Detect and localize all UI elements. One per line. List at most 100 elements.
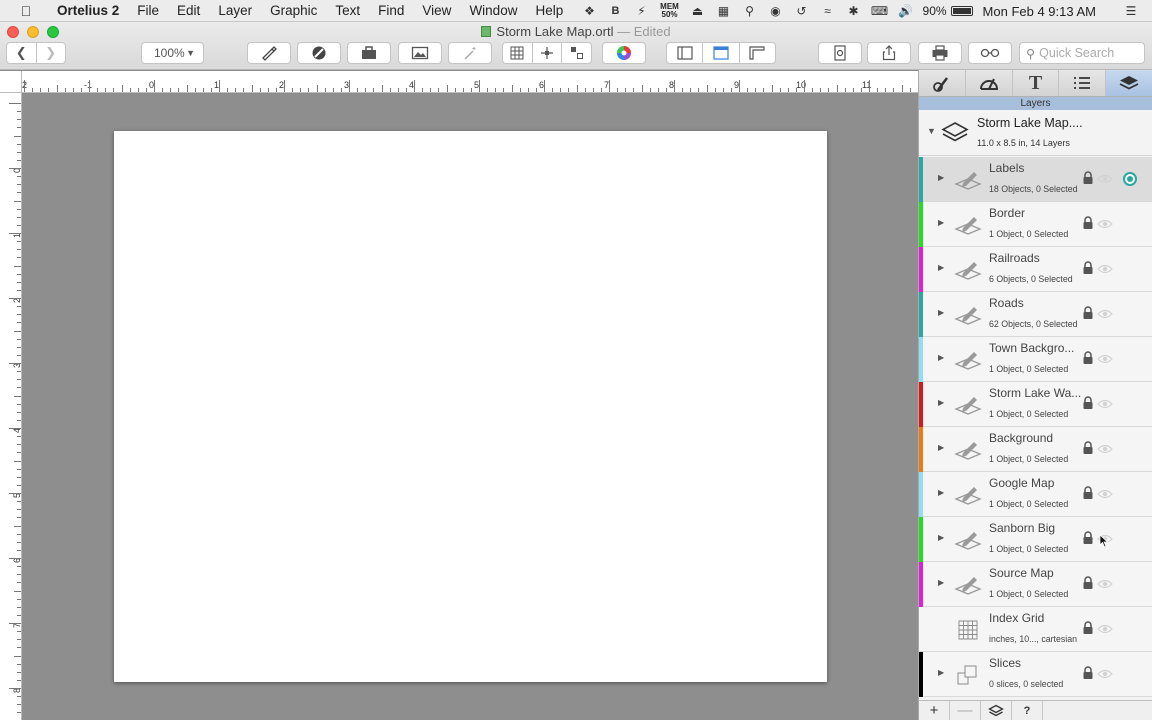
quick-search-field[interactable]: ⚲ Quick Search — [1019, 42, 1145, 64]
inspector-toggle-button[interactable] — [702, 43, 738, 63]
disclosure-closed-icon[interactable]: ▶ — [938, 398, 944, 407]
share-button[interactable] — [867, 42, 911, 64]
bluetooth-icon[interactable]: ✱ — [841, 4, 867, 18]
clock[interactable]: Mon Feb 4 9:13 AM — [983, 4, 1096, 19]
spotlight-icon[interactable]: ⚲ — [737, 4, 763, 18]
lock-icon[interactable] — [1082, 666, 1094, 680]
menu-file[interactable]: File — [128, 3, 168, 18]
lock-icon[interactable] — [1082, 531, 1094, 545]
memory-status[interactable]: MEM 50% — [655, 3, 685, 19]
vertical-ruler[interactable]: 0 1 2 3 4 5 6 7 8 — [0, 93, 22, 720]
library-button[interactable] — [347, 42, 391, 64]
lock-icon[interactable] — [1082, 396, 1094, 410]
menu-edit[interactable]: Edit — [168, 3, 209, 18]
help-button[interactable]: ? — [1012, 700, 1043, 720]
lock-icon[interactable] — [1082, 351, 1094, 365]
image-button[interactable] — [398, 42, 442, 64]
disclosure-open-icon[interactable]: ▼ — [927, 126, 936, 136]
disclosure-closed-icon[interactable]: ▶ — [938, 263, 944, 272]
disclosure-closed-icon[interactable]: ▶ — [938, 353, 944, 362]
magic-wand-button[interactable] — [448, 42, 492, 64]
lock-icon[interactable] — [1082, 261, 1094, 275]
menu-text[interactable]: Text — [326, 3, 369, 18]
disclosure-closed-icon[interactable]: ▶ — [938, 173, 944, 182]
visibility-eye-icon[interactable] — [1097, 309, 1113, 319]
menu-app[interactable]: Ortelius 2 — [48, 3, 128, 18]
battery-icon[interactable] — [950, 6, 973, 16]
menu-help[interactable]: Help — [526, 3, 572, 18]
wifi-icon[interactable]: ≈ — [815, 4, 841, 18]
battery-percent[interactable]: 90% — [923, 4, 947, 18]
lock-icon[interactable] — [1082, 486, 1094, 500]
tab-style[interactable] — [919, 70, 966, 96]
lock-icon[interactable] — [1082, 441, 1094, 455]
notification-center-icon[interactable]: ☰ — [1118, 4, 1144, 18]
remove-layer-button[interactable]: — — [950, 700, 981, 720]
document-row[interactable]: ▼ Storm Lake Map.... 11.0 x 8.5 in, 14 L… — [919, 110, 1152, 156]
disclosure-closed-icon[interactable]: ▶ — [938, 668, 944, 677]
layer-row[interactable]: ▶ Storm Lake Wa... 1 Object, 0 Selected — [919, 382, 1152, 427]
map-page[interactable] — [114, 131, 827, 682]
lock-icon[interactable] — [1082, 216, 1094, 230]
tab-text[interactable]: T — [1013, 70, 1060, 96]
layer-row[interactable]: ▶ Labels 18 Objects, 0 Selected — [919, 157, 1152, 202]
layer-row[interactable]: ▶ Roads 62 Objects, 0 Selected — [919, 292, 1152, 337]
visibility-eye-icon[interactable] — [1097, 399, 1113, 409]
visibility-eye-icon[interactable] — [1097, 444, 1113, 454]
visibility-eye-icon[interactable] — [1097, 579, 1113, 589]
keyboard-icon[interactable]: ⌨ — [867, 4, 893, 18]
horizontal-ruler[interactable]: 2 -1 0 1 2 3 4 5 6 7 8 9 10 11 — [22, 71, 918, 93]
apple-menu-icon[interactable]:  — [16, 3, 36, 19]
disclosure-closed-icon[interactable]: ▶ — [938, 218, 944, 227]
active-layer-indicator[interactable] — [1123, 172, 1137, 186]
layer-row[interactable]: ▶ Slices 0 slices, 0 selected — [919, 652, 1152, 697]
tab-layers[interactable] — [1106, 70, 1152, 96]
visibility-eye-icon[interactable] — [1097, 219, 1113, 229]
lock-icon[interactable] — [1082, 306, 1094, 320]
menu-graphic[interactable]: Graphic — [261, 3, 326, 18]
back-button[interactable]: ❮ — [7, 43, 36, 63]
window-tool-icon[interactable]: ▦ — [711, 4, 737, 18]
visibility-eye-icon[interactable] — [1097, 624, 1113, 634]
rulers-toggle-button[interactable] — [738, 43, 775, 63]
layer-row[interactable]: ▶ Town Backgro... 1 Object, 0 Selected — [919, 337, 1152, 382]
guides-button[interactable] — [531, 43, 562, 63]
forward-button[interactable]: ❯ — [35, 43, 66, 63]
colors-button[interactable] — [602, 42, 646, 64]
lock-icon[interactable] — [1082, 171, 1094, 185]
time-machine-icon[interactable]: ↺ — [789, 4, 815, 18]
tab-properties[interactable] — [1059, 70, 1107, 96]
visibility-eye-icon[interactable] — [1097, 354, 1113, 364]
layer-row[interactable]: ▶ Background 1 Object, 0 Selected — [919, 427, 1152, 472]
layer-options-button[interactable] — [981, 700, 1012, 720]
disclosure-closed-icon[interactable]: ▶ — [938, 578, 944, 587]
print-button[interactable] — [918, 42, 962, 64]
add-layer-button[interactable]: + — [919, 700, 950, 720]
zoom-select[interactable]: 100% ▼ — [141, 42, 204, 64]
style-tool-button[interactable] — [297, 42, 341, 64]
preview-button[interactable] — [968, 42, 1012, 64]
eject-icon[interactable]: ⏏ — [685, 4, 711, 18]
disclosure-closed-icon[interactable]: ▶ — [938, 443, 944, 452]
bolt-icon[interactable]: ⚡ — [629, 4, 655, 18]
layer-row[interactable]: ▶ Google Map 1 Object, 0 Selected — [919, 472, 1152, 517]
disclosure-closed-icon[interactable]: ▶ — [938, 533, 944, 542]
layer-row[interactable]: Index Grid inches, 10..., cartesian — [919, 607, 1152, 652]
lock-icon[interactable] — [1082, 621, 1094, 635]
dropbox-icon[interactable]: ❖ — [577, 4, 603, 18]
bitdefender-icon[interactable]: B — [603, 5, 629, 17]
layer-row[interactable]: ▶ Border 1 Object, 0 Selected — [919, 202, 1152, 247]
menu-find[interactable]: Find — [369, 3, 413, 18]
menu-window[interactable]: Window — [460, 3, 526, 18]
layer-row[interactable]: ▶ Railroads 6 Objects, 0 Selected — [919, 247, 1152, 292]
visibility-eye-icon[interactable] — [1097, 669, 1113, 679]
tab-geometry[interactable] — [966, 70, 1013, 96]
disclosure-closed-icon[interactable]: ▶ — [938, 488, 944, 497]
menu-layer[interactable]: Layer — [209, 3, 261, 18]
disclosure-closed-icon[interactable]: ▶ — [938, 308, 944, 317]
menu-view[interactable]: View — [413, 3, 460, 18]
visibility-eye-icon[interactable] — [1097, 264, 1113, 274]
volume-icon[interactable]: 🔊 — [893, 4, 919, 18]
drawing-canvas[interactable] — [22, 93, 918, 720]
siri-icon[interactable]: ◉ — [763, 4, 789, 18]
